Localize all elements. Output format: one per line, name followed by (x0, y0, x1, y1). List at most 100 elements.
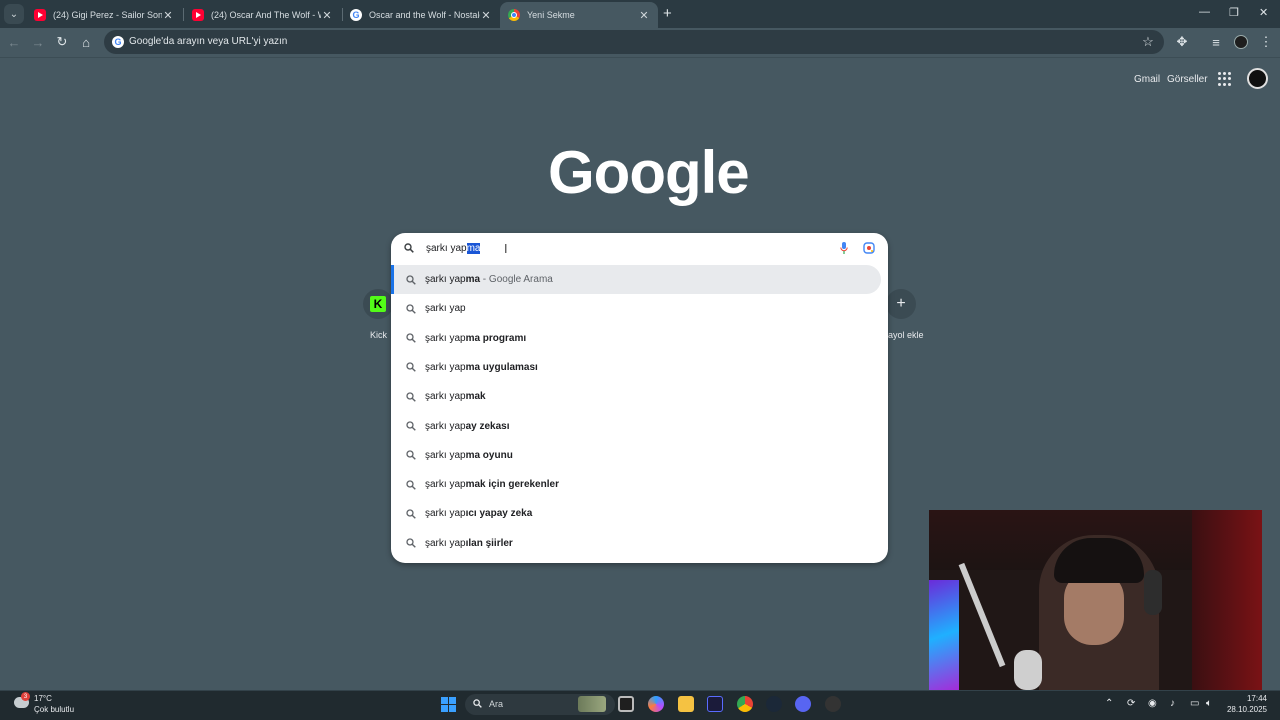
tab-2[interactable]: G Oscar and the Wolf - Nostalgic ✕ (342, 2, 500, 28)
media-controls-icon[interactable]: ≡ (1207, 33, 1225, 51)
google-icon: G (350, 9, 362, 21)
tab-search-menu-button[interactable]: ⌄ (4, 4, 24, 24)
tab-1[interactable]: (24) Oscar And The Wolf - Warr ✕ (184, 2, 341, 28)
suggestion-item[interactable]: şarkı yapmak (394, 382, 878, 411)
file-explorer-icon[interactable] (678, 696, 694, 712)
suggestion-completion: ıcı yapay zeka (465, 508, 533, 520)
shortcut-label-kick: Kick (370, 330, 388, 340)
discord-icon[interactable] (795, 696, 811, 712)
add-shortcut-button[interactable]: + (886, 289, 916, 319)
suggestion-item[interactable]: şarkı yap (394, 294, 878, 323)
sync-icon[interactable]: ⟳ (1127, 698, 1135, 709)
suggestion-completion: ılan şiirler (465, 537, 513, 549)
home-icon[interactable]: ⌂ (77, 33, 95, 51)
search-icon (406, 333, 416, 343)
suggestion-text: şarkı yapma uygulaması (425, 362, 538, 373)
close-icon[interactable]: ✕ (162, 9, 174, 22)
suggestion-item[interactable]: şarkı yapılan şiirler (394, 529, 878, 558)
suggestion-item[interactable]: şarkı yapma uygulaması (394, 353, 878, 382)
steam-icon[interactable] (766, 696, 782, 712)
suggestion-completion: mak için gerekenler (465, 479, 559, 491)
weather-description[interactable]: Çok bulutlu (34, 705, 74, 714)
visual-studio-icon[interactable] (707, 696, 723, 712)
suggestion-prefix: şarkı yap (425, 361, 466, 373)
back-icon[interactable]: ← (5, 33, 23, 51)
profile-avatar[interactable] (1234, 35, 1248, 49)
tab-title: Oscar and the Wolf - Nostalgic (369, 10, 480, 20)
google-lens-icon[interactable] (863, 242, 875, 254)
shortcut-kick[interactable]: K (363, 289, 393, 319)
microphone (1014, 650, 1042, 690)
windows-start-icon[interactable] (441, 697, 456, 712)
headset (1144, 570, 1162, 615)
task-view-icon[interactable] (618, 696, 634, 712)
close-icon[interactable]: ✕ (638, 9, 650, 22)
suggestion-item[interactable]: şarkı yapma programı (394, 324, 878, 353)
suggestion-item[interactable]: şarkı yapmak için gerekenler (394, 470, 878, 499)
suggestion-completion: ma oyunu (465, 449, 513, 461)
close-icon[interactable]: ✕ (480, 9, 492, 22)
search-input-text: şarkı yapma (426, 243, 481, 254)
suggestion-text: şarkı yapıcı yapay zeka (425, 508, 532, 519)
suggestion-item[interactable]: şarkı yapma - Google Arama (391, 265, 881, 294)
suggestion-prefix: şarkı yap (425, 479, 466, 491)
chevron-up-icon[interactable]: ⌃ (1105, 698, 1113, 709)
copilot-icon[interactable] (648, 696, 664, 712)
images-link[interactable]: Görseller (1167, 74, 1208, 85)
extensions-icon[interactable]: ✥ (1173, 33, 1191, 51)
suggestion-item[interactable]: şarkı yapıcı yapay zeka (394, 499, 878, 528)
tab-title: (24) Gigi Perez - Sailor Song (O (53, 10, 162, 20)
clock-date[interactable]: 28.10.2025 (1222, 705, 1267, 714)
suggestion-text: şarkı yapma programı (425, 333, 526, 344)
suggestion-text: şarkı yapmak (425, 391, 486, 402)
clock-time[interactable]: 17:44 (1229, 694, 1267, 703)
minimize-icon[interactable]: — (1199, 6, 1210, 18)
suggestion-completion: ma uygulaması (465, 361, 538, 373)
suggestion-suffix: - Google Arama (480, 274, 553, 285)
account-avatar[interactable] (1247, 68, 1268, 89)
suggestion-prefix: şarkı yap (425, 303, 466, 315)
search-input[interactable]: şarkı yapma I (391, 233, 888, 265)
suggestion-item[interactable]: şarkı yapay zekası (394, 412, 878, 441)
suggestion-prefix: şarkı yap (425, 537, 466, 549)
close-icon[interactable]: ✕ (321, 9, 333, 22)
kick-icon: K (370, 296, 386, 312)
search-dropdown: şarkı yapma I şarkı yapma - Google Arama… (391, 233, 888, 563)
search-icon (406, 362, 416, 373)
display-icon[interactable]: ▭ (1190, 698, 1199, 709)
suggestion-text: şarkı yapılan şiirler (425, 538, 513, 549)
tab-0[interactable]: (24) Gigi Perez - Sailor Song (O ✕ (26, 2, 182, 28)
google-apps-icon[interactable] (1218, 72, 1232, 86)
new-tab-button[interactable]: + (663, 5, 672, 22)
toolbar-divider (0, 57, 1280, 58)
weather-temperature[interactable]: 17°C (34, 694, 52, 703)
search-icon (406, 509, 416, 519)
app-icon[interactable] (825, 696, 841, 712)
youtube-icon (192, 9, 204, 21)
svg-text:G: G (114, 37, 121, 47)
voice-search-icon[interactable] (840, 242, 848, 254)
tab-3-active[interactable]: Yeni Sekme ✕ (500, 2, 658, 28)
restore-icon[interactable]: ❐ (1229, 6, 1239, 19)
suggestion-completion: ay zekası (465, 420, 510, 432)
address-bar-placeholder: Google'da arayın veya URL'yi yazın (129, 36, 288, 47)
suggestion-text: şarkı yapmak için gerekenler (425, 479, 559, 490)
reload-icon[interactable]: ↻ (53, 33, 71, 51)
bookmark-star-icon[interactable]: ☆ (1139, 33, 1157, 51)
search-icon (406, 538, 416, 548)
volume-icon[interactable]: 🔈︎ (1206, 698, 1212, 709)
more-menu-icon[interactable]: ⋮ (1257, 33, 1275, 51)
network-icon[interactable]: ◉ (1148, 698, 1157, 709)
chrome-taskbar-icon[interactable] (737, 696, 753, 712)
window-close-icon[interactable]: ✕ (1259, 6, 1268, 19)
suggestion-item[interactable]: şarkı yapma oyunu (394, 441, 878, 470)
microphone-icon[interactable]: ♪ (1170, 698, 1175, 709)
shortcut-label-add: ayol ekle (888, 330, 924, 340)
forward-icon[interactable]: → (29, 33, 47, 51)
search-highlights-icon[interactable] (578, 696, 606, 712)
gmail-link[interactable]: Gmail (1134, 74, 1160, 85)
suggestion-text: şarkı yapma oyunu (425, 450, 513, 461)
suggestion-text: şarkı yapma - Google Arama (425, 274, 553, 285)
google-g-icon: G (112, 36, 124, 48)
search-icon (406, 274, 416, 285)
